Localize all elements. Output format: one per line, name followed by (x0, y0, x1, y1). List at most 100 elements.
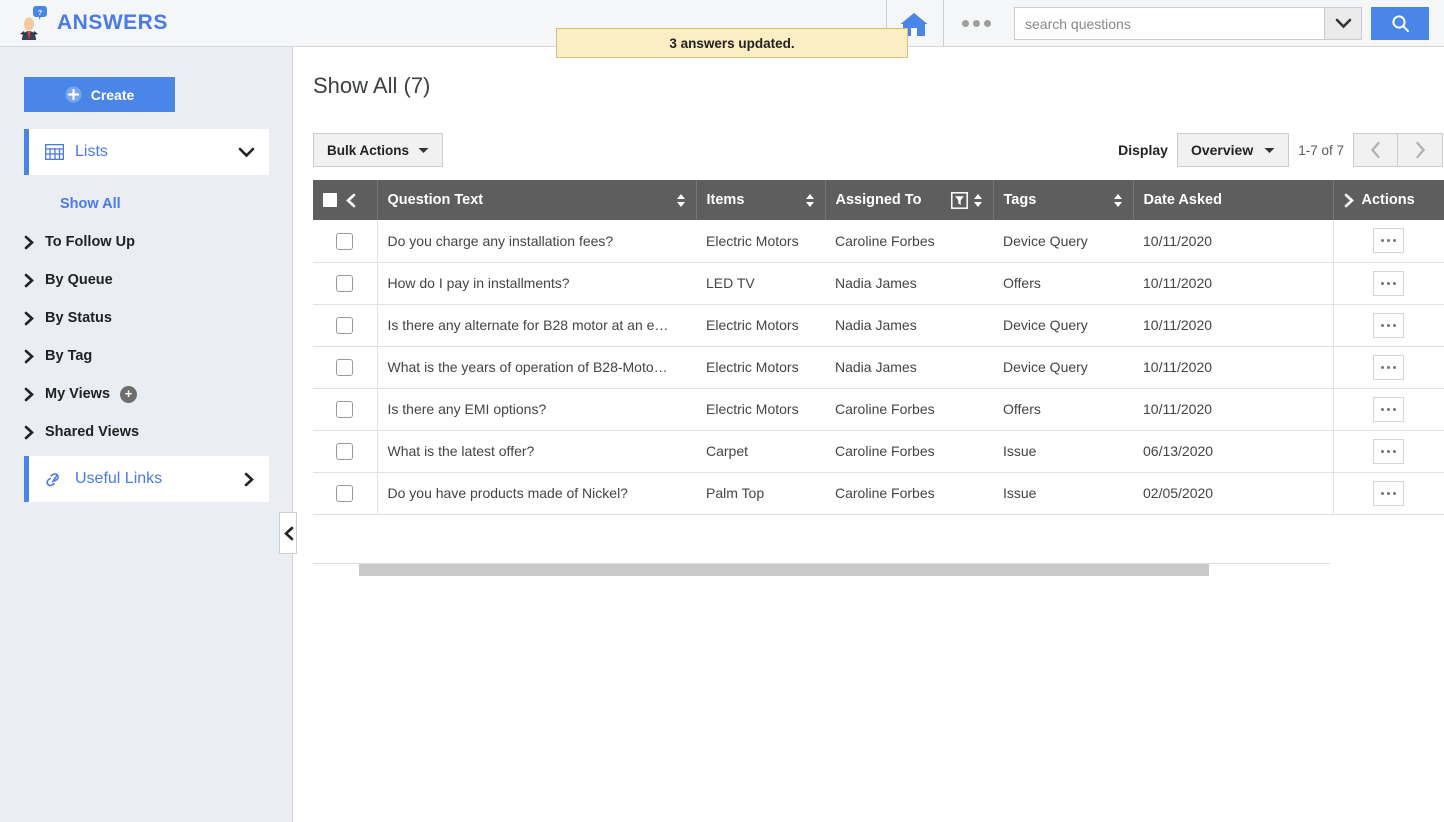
questions-table-container: Question Text Items Assigned To Tags Dat… (313, 180, 1444, 515)
column-actions: Actions (1333, 180, 1444, 220)
cell-assigned-to: Caroline Forbes (825, 388, 993, 431)
cell-question-text[interactable]: Do you charge any installation fees? (377, 220, 696, 263)
table-row[interactable]: How do I pay in installments? LED TV Nad… (313, 262, 1444, 305)
cell-question-text[interactable]: What is the years of operation of B28-Mo… (377, 346, 696, 389)
row-actions-button[interactable] (1373, 354, 1405, 380)
sidebar: Create Lists Show All To Follow Up By Qu… (0, 47, 297, 822)
table-row[interactable]: Is there any EMI options? Electric Motor… (313, 388, 1444, 431)
sidebar-item-to-follow-up[interactable]: To Follow Up (24, 223, 269, 261)
filter-icon[interactable] (950, 191, 968, 209)
sidebar-collapse-handle[interactable] (279, 512, 297, 554)
cell-question-text[interactable]: How do I pay in installments? (377, 262, 696, 305)
chevron-right-icon[interactable] (1344, 193, 1355, 208)
sidebar-item-my-views[interactable]: My Views + (24, 375, 269, 413)
sidebar-item-by-queue[interactable]: By Queue (24, 261, 269, 299)
chevron-right-icon (24, 311, 35, 326)
sort-icon[interactable] (1113, 193, 1123, 208)
app-name: ANSWERS (57, 11, 168, 34)
sort-icon[interactable] (676, 193, 686, 208)
sidebar-item-by-status[interactable]: By Status (24, 299, 269, 337)
notification-toast: 3 answers updated. (556, 28, 908, 58)
cell-question-text[interactable]: What is the latest offer? (377, 430, 696, 473)
column-question-text[interactable]: Question Text (377, 180, 697, 220)
table-horizontal-scrollbar-thumb[interactable] (359, 564, 1209, 576)
row-checkbox[interactable] (336, 400, 354, 418)
sidebar-section-useful-links[interactable]: Useful Links (24, 456, 269, 502)
column-tags[interactable]: Tags (993, 180, 1134, 220)
chevron-right-icon (1415, 141, 1425, 159)
column-items[interactable]: Items (696, 180, 826, 220)
row-actions-button[interactable] (1373, 270, 1405, 296)
search-icon (1391, 15, 1409, 32)
chevron-down-icon (1335, 18, 1351, 29)
table-row[interactable]: Do you have products made of Nickel? Pal… (313, 472, 1444, 515)
cell-assigned-to: Caroline Forbes (825, 472, 993, 515)
column-header-label: Date Asked (1143, 192, 1222, 208)
column-assigned-to[interactable]: Assigned To (825, 180, 994, 220)
sidebar-item-label: By Tag (45, 348, 93, 364)
row-checkbox[interactable] (336, 484, 354, 502)
display-mode-dropdown[interactable]: Overview (1176, 133, 1290, 167)
search-scope-dropdown[interactable] (1324, 8, 1361, 39)
svg-text:?: ? (38, 10, 42, 17)
caret-down-icon (1264, 147, 1275, 153)
row-actions-cell (1332, 430, 1444, 473)
chevron-right-icon[interactable] (244, 472, 255, 487)
cell-question-text[interactable]: Is there any EMI options? (377, 388, 696, 431)
select-all-checkbox[interactable] (323, 193, 337, 207)
row-checkbox[interactable] (336, 442, 354, 460)
row-actions-cell (1332, 346, 1444, 389)
chevron-left-icon[interactable] (345, 193, 356, 208)
table-row[interactable]: Is there any alternate for B28 motor at … (313, 304, 1444, 347)
row-actions-button[interactable] (1373, 438, 1405, 464)
bulk-actions-button[interactable]: Bulk Actions (313, 133, 444, 167)
sidebar-section-lists[interactable]: Lists (24, 129, 269, 175)
sidebar-item-shared-views[interactable]: Shared Views (24, 413, 269, 451)
search-submit-button[interactable] (1371, 7, 1429, 40)
table-row[interactable]: What is the latest offer? Carpet Carolin… (313, 430, 1444, 473)
next-page-button[interactable] (1398, 133, 1443, 167)
row-actions-button[interactable] (1373, 396, 1405, 422)
column-header-label: Tags (1003, 192, 1037, 208)
sort-icon[interactable] (973, 193, 983, 208)
row-checkbox[interactable] (336, 232, 354, 250)
row-actions-button[interactable] (1373, 480, 1405, 506)
row-actions-cell (1332, 388, 1444, 431)
previous-page-button[interactable] (1353, 133, 1398, 167)
more-options-button[interactable] (955, 10, 997, 36)
three-dots-icon (972, 19, 980, 27)
row-actions-button[interactable] (1373, 312, 1405, 338)
row-checkbox[interactable] (336, 316, 354, 334)
chevron-down-icon[interactable] (238, 147, 255, 158)
cell-question-text[interactable]: Is there any alternate for B28 motor at … (377, 304, 696, 347)
add-view-button[interactable]: + (120, 385, 138, 403)
chevron-right-icon (24, 349, 35, 364)
row-checkbox[interactable] (336, 274, 354, 292)
column-date-asked[interactable]: Date Asked (1133, 180, 1334, 220)
chevron-left-icon (283, 526, 293, 540)
row-checkbox[interactable] (336, 358, 354, 376)
sidebar-item-label: Show All (60, 196, 121, 212)
table-row[interactable]: What is the years of operation of B28-Mo… (313, 346, 1444, 389)
cell-question-text[interactable]: Do you have products made of Nickel? (377, 472, 696, 515)
row-actions-button[interactable] (1373, 228, 1405, 254)
search-input[interactable] (1015, 8, 1324, 39)
sort-icon[interactable] (805, 193, 815, 208)
cell-tag: Device Query (993, 304, 1133, 347)
sidebar-section-label: Useful Links (75, 470, 163, 487)
sidebar-item-show-all[interactable]: Show All (24, 185, 269, 223)
search-container (1014, 7, 1362, 40)
link-icon (46, 473, 59, 487)
table-header: Question Text Items Assigned To Tags Dat… (313, 180, 1444, 220)
cell-assigned-to: Caroline Forbes (825, 430, 993, 473)
app-logo[interactable]: ? ANSWERS (18, 4, 168, 42)
sidebar-item-by-tag[interactable]: By Tag (24, 337, 269, 375)
toast-message: 3 answers updated. (669, 35, 795, 51)
pagination-range: 1-7 of 7 (1298, 142, 1344, 158)
column-header-label: Items (706, 192, 745, 208)
table-body: Do you charge any installation fees? Ele… (313, 220, 1444, 515)
cell-date-asked: 10/11/2020 (1133, 220, 1333, 263)
table-row[interactable]: Do you charge any installation fees? Ele… (313, 220, 1444, 263)
table-header-row: Question Text Items Assigned To Tags Dat… (313, 180, 1444, 220)
create-button[interactable]: Create (24, 77, 175, 112)
